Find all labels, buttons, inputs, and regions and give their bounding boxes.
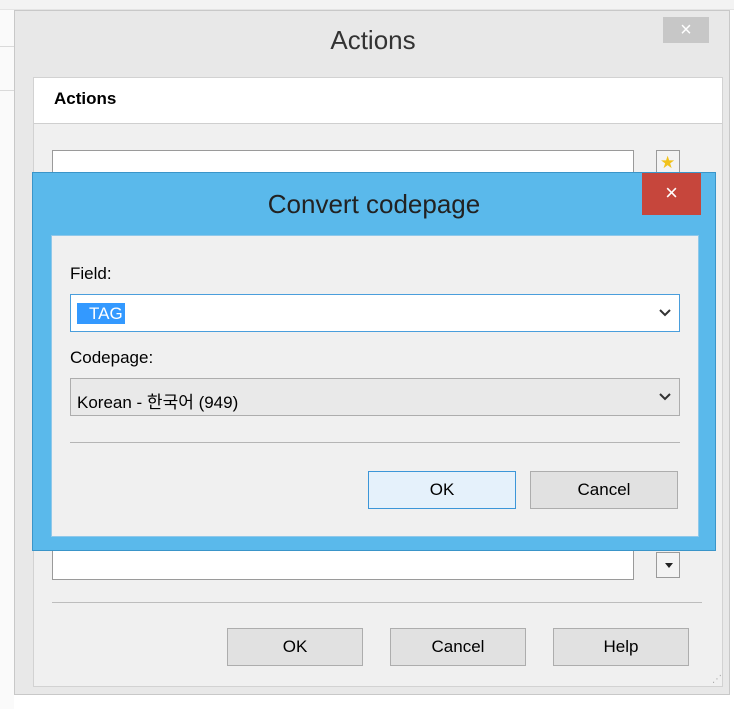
resize-grip-icon[interactable]: ⋰ <box>712 675 722 685</box>
close-icon: × <box>665 180 678 205</box>
arrow-down-icon <box>665 563 673 568</box>
dialog-cancel-button[interactable]: Cancel <box>530 471 678 509</box>
close-icon: × <box>680 19 692 41</box>
actions-help-button[interactable]: Help <box>553 628 689 666</box>
dialog-close-button[interactable]: × <box>642 173 701 215</box>
actions-window-title: Actions <box>330 25 416 55</box>
actions-close-button[interactable]: × <box>663 17 709 43</box>
actions-separator <box>52 602 702 603</box>
dialog-title: Convert codepage <box>267 189 481 219</box>
dialog-ok-label: OK <box>429 480 455 499</box>
convert-codepage-dialog: Convert codepage × Field: TAG Codepage: … <box>32 172 716 551</box>
actions-heading: Actions <box>54 89 117 108</box>
field-combobox-value-wrap: TAG <box>77 303 125 324</box>
background-window-edge <box>0 10 14 709</box>
codepage-label: Codepage: <box>70 348 154 367</box>
move-down-button[interactable] <box>656 552 680 578</box>
actions-header: Actions <box>34 78 722 124</box>
dialog-body: Field: TAG Codepage: Korean - 한국어 (949) … <box>51 235 699 537</box>
codepage-select-value: Korean - 한국어 (949) <box>77 393 239 412</box>
codepage-select[interactable]: Korean - 한국어 (949) <box>70 378 680 416</box>
field-label: Field: <box>70 264 112 283</box>
actions-cancel-button[interactable]: Cancel <box>390 628 526 666</box>
star-icon: ★ <box>660 153 676 172</box>
background-divider <box>0 90 14 91</box>
background-divider <box>0 46 14 47</box>
dialog-separator <box>70 442 680 443</box>
field-selected-text: TAG <box>77 303 125 324</box>
actions-ok-label: OK <box>282 637 308 656</box>
background-window-strip <box>0 0 734 10</box>
field-combobox[interactable]: TAG <box>70 294 680 332</box>
dialog-cancel-label: Cancel <box>577 480 631 499</box>
actions-ok-button[interactable]: OK <box>227 628 363 666</box>
chevron-down-icon[interactable] <box>657 306 673 320</box>
actions-cancel-label: Cancel <box>431 637 485 656</box>
actions-help-label: Help <box>603 637 639 656</box>
chevron-down-icon[interactable] <box>657 390 673 404</box>
dialog-ok-button[interactable]: OK <box>368 471 516 509</box>
